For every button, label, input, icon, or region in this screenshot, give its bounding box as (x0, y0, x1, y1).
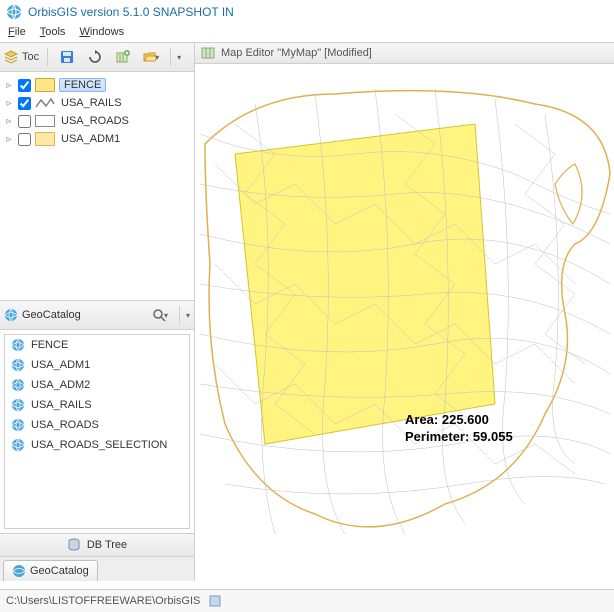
catalog-item-label: USA_RAILS (31, 399, 92, 411)
globe-icon (11, 358, 25, 372)
map-icon (201, 46, 215, 60)
globe-icon (11, 398, 25, 412)
catalog-item-label: USA_ROADS (31, 419, 99, 431)
catalog-item[interactable]: USA_ADM2 (5, 375, 189, 395)
geocatalog-footer[interactable]: DB Tree (0, 533, 194, 556)
map-canvas[interactable]: Area: 225.600 Perimeter: 59.055 (195, 64, 614, 581)
layers-icon (4, 50, 18, 64)
tree-twisty-icon[interactable]: ▹ (4, 116, 14, 127)
catalog-item-label: USA_ADM1 (31, 359, 90, 371)
tree-twisty-icon[interactable]: ▹ (4, 98, 14, 109)
window-title: OrbisGIS version 5.1.0 SNAPSHOT IN (28, 5, 234, 19)
tree-twisty-icon[interactable]: ▹ (4, 134, 14, 145)
layer-swatch-icon (35, 97, 55, 109)
dbtree-icon (67, 538, 81, 552)
panel-menu-button[interactable]: ▾ (177, 53, 181, 62)
tree-twisty-icon[interactable]: ▹ (4, 80, 14, 91)
status-path: C:\Users\LISTOFFREEWARE\OrbisGIS (6, 595, 200, 607)
globe-icon (12, 564, 26, 578)
globe-icon (11, 338, 25, 352)
catalog-item[interactable]: USA_ROADS_SELECTION (5, 435, 189, 455)
layer-swatch-icon (35, 78, 55, 92)
tab-geocatalog[interactable]: GeoCatalog (3, 560, 98, 581)
status-icon (208, 594, 222, 608)
layer-checkbox[interactable] (18, 97, 31, 110)
geocatalog-header: GeoCatalog ▾ ▾ (0, 301, 194, 330)
toc-header: Toc ▾ ▾ (0, 43, 194, 72)
catalog-item[interactable]: USA_RAILS (5, 395, 189, 415)
app-icon (6, 4, 22, 20)
layer-swatch-icon (35, 132, 55, 146)
title-bar: OrbisGIS version 5.1.0 SNAPSHOT IN (0, 0, 614, 24)
layer-row[interactable]: ▹ FENCE (2, 76, 192, 94)
layer-checkbox[interactable] (18, 115, 31, 128)
globe-icon (11, 378, 25, 392)
menu-windows[interactable]: Windows (79, 26, 124, 38)
panel-menu-button[interactable]: ▾ (186, 311, 190, 320)
layer-label[interactable]: FENCE (59, 78, 106, 92)
catalog-item[interactable]: FENCE (5, 335, 189, 355)
layer-row[interactable]: ▹ USA_ROADS (2, 112, 192, 130)
layer-checkbox[interactable] (18, 133, 31, 146)
globe-icon (11, 418, 25, 432)
globe-icon (11, 438, 25, 452)
layer-swatch-icon (35, 115, 55, 127)
chevron-down-icon: ▾ (155, 53, 159, 62)
geocatalog-title: GeoCatalog (22, 309, 81, 321)
chevron-down-icon: ▾ (164, 311, 168, 320)
layer-label[interactable]: USA_ADM1 (59, 132, 122, 146)
globe-icon (4, 308, 18, 322)
map-editor-header: Map Editor "MyMap" [Modified] (195, 43, 614, 64)
search-button[interactable]: ▾ (149, 304, 171, 326)
toc-label: Toc (22, 51, 39, 63)
layer-row[interactable]: ▹ USA_RAILS (2, 94, 192, 112)
geocatalog-list[interactable]: FENCE USA_ADM1 USA_ADM2 USA_RAILS USA_ROADS U… (4, 334, 190, 529)
catalog-item[interactable]: USA_ADM1 (5, 355, 189, 375)
open-button[interactable]: ▾ (140, 46, 162, 68)
menu-tools[interactable]: Tools (40, 26, 66, 38)
layer-tree[interactable]: ▹ FENCE ▹ USA_RAILS ▹ USA_ROADS ▹ USA_ADM1 (0, 72, 194, 300)
dbtree-label: DB Tree (87, 539, 127, 551)
save-button[interactable] (56, 46, 78, 68)
layer-label[interactable]: USA_ROADS (59, 114, 131, 128)
layer-checkbox[interactable] (18, 79, 31, 92)
catalog-item-label: FENCE (31, 339, 68, 351)
refresh-button[interactable] (84, 46, 106, 68)
catalog-item-label: USA_ADM2 (31, 379, 90, 391)
area-perimeter-annotation: Area: 225.600 Perimeter: 59.055 (405, 412, 513, 446)
menu-bar: File Tools Windows (0, 24, 614, 42)
catalog-item-label: USA_ROADS_SELECTION (31, 439, 167, 451)
layer-row[interactable]: ▹ USA_ADM1 (2, 130, 192, 148)
tab-label: GeoCatalog (30, 565, 89, 577)
add-map-button[interactable] (112, 46, 134, 68)
status-bar: C:\Users\LISTOFFREEWARE\OrbisGIS (0, 589, 614, 612)
layer-label[interactable]: USA_RAILS (59, 96, 124, 110)
map-editor-title: Map Editor "MyMap" [Modified] (221, 47, 372, 59)
menu-file[interactable]: File (8, 26, 26, 38)
catalog-item[interactable]: USA_ROADS (5, 415, 189, 435)
